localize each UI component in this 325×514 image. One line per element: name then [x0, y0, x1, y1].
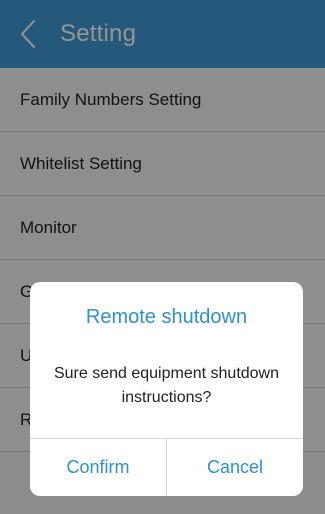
dialog-title: Remote shutdown: [85, 306, 248, 328]
dialog-actions: Confirm Cancel: [30, 438, 303, 496]
remote-shutdown-dialog: Remote shutdown Sure send equipment shut…: [30, 282, 303, 496]
dialog-message: Sure send equipment shutdown instruction…: [53, 365, 280, 406]
settings-screen: Setting Family Numbers Setting Whitelist…: [0, 0, 325, 514]
confirm-button[interactable]: Confirm: [30, 439, 166, 496]
cancel-button[interactable]: Cancel: [166, 439, 303, 496]
